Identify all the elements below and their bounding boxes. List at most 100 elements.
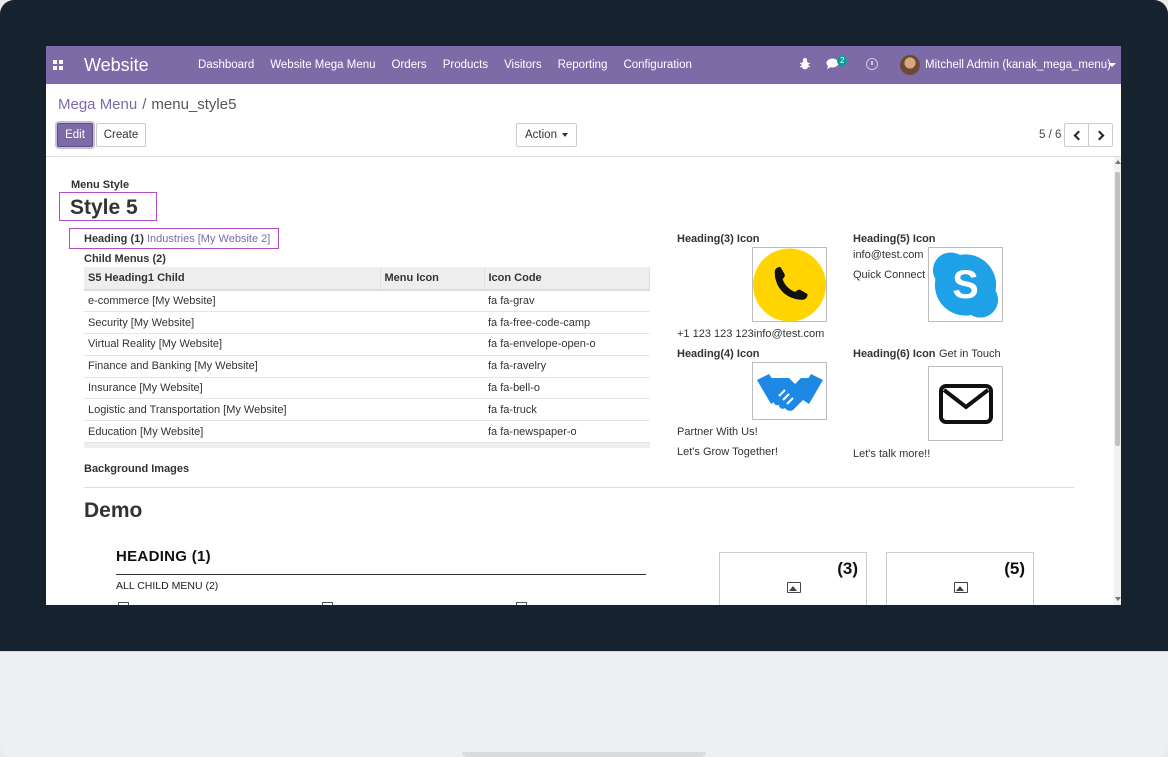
pager-value[interactable]: 5 / 6	[1039, 129, 1061, 141]
envelope-icon	[938, 383, 993, 424]
device-base	[0, 651, 1168, 757]
table-row[interactable]: Logistic and Transportation [My Website]…	[84, 398, 650, 422]
demo-card-5-label: (5)	[1004, 559, 1025, 578]
heading5-image[interactable]: S	[928, 247, 1003, 322]
cell-menu-icon	[380, 377, 484, 400]
table-row[interactable]: Virtual Reality [My Website] fa fa-envelo…	[84, 333, 650, 356]
menu-item-website-mega-menu[interactable]: Website Mega Menu	[270, 59, 375, 71]
skype-icon: S	[932, 251, 999, 318]
column-header-child[interactable]: S5 Heading1 Child	[84, 267, 381, 291]
section-divider	[84, 487, 1074, 488]
table-row[interactable]: Education [My Website] fa fa-newspaper-o	[84, 420, 650, 444]
table-row[interactable]: Finance and Banking [My Website] fa fa-ra…	[84, 355, 650, 378]
user-caret-icon[interactable]	[1108, 63, 1116, 67]
control-panel-divider	[46, 156, 1121, 157]
heading6-label: Heading(6) Icon	[853, 348, 936, 360]
menu-item-configuration[interactable]: Configuration	[623, 59, 691, 71]
svg-text:S: S	[952, 262, 978, 306]
cell-child: Education [My Website]	[84, 420, 380, 444]
demo-heading-underline	[116, 574, 646, 575]
column-header-menu-icon[interactable]: Menu Icon	[380, 267, 485, 291]
menu-style-label: Menu Style	[71, 179, 130, 191]
cell-child: e-commerce [My Website]	[84, 290, 380, 313]
cell-menu-icon	[380, 420, 484, 444]
chevron-left-icon	[1073, 130, 1083, 140]
child-menus-label: Child Menus (2)	[84, 253, 166, 265]
demo-card-3: (3)	[719, 552, 867, 605]
pager-next-button[interactable]	[1088, 123, 1113, 147]
debug-bug-icon[interactable]	[800, 57, 810, 71]
heading5-line1: info@test.com	[853, 249, 924, 261]
table-row[interactable]: Insurance [My Website] fa fa-bell-o	[84, 377, 650, 400]
column-header-icon-code[interactable]: Icon Code	[484, 267, 650, 291]
create-button[interactable]: Create	[96, 123, 146, 147]
heading4-image[interactable]	[752, 362, 827, 420]
heading4-line1: Partner With Us!	[677, 426, 758, 438]
demo-title: Demo	[84, 499, 143, 522]
image-placeholder-icon	[118, 602, 129, 605]
cell-menu-icon	[380, 398, 484, 422]
cell-menu-icon	[380, 333, 484, 356]
menu-item-products[interactable]: Products	[443, 59, 488, 71]
cell-child: Finance and Banking [My Website]	[84, 355, 380, 378]
table-row[interactable]: Security [My Website] fa fa-free-code-cam…	[84, 311, 650, 335]
edit-button[interactable]: Edit	[57, 123, 93, 147]
scroll-up-arrow-icon[interactable]	[1115, 160, 1121, 164]
breadcrumb-parent[interactable]: Mega Menu	[58, 96, 137, 113]
image-placeholder-icon	[787, 582, 801, 593]
table-row[interactable]: e-commerce [My Website] fa fa-grav	[84, 290, 650, 313]
action-label: Action	[525, 129, 557, 141]
cell-menu-icon	[380, 290, 484, 313]
caret-down-icon	[561, 133, 568, 137]
action-dropdown[interactable]: Action	[516, 123, 577, 147]
chevron-right-icon	[1094, 130, 1104, 140]
cell-icon-code: fa fa-envelope-open-o	[484, 333, 650, 356]
heading3-text: +1 123 123 123info@test.com	[677, 328, 825, 340]
background-images-label: Background Images	[84, 463, 190, 475]
child-menus-table: S5 Heading1 Child Menu Icon Icon Code e-…	[84, 267, 650, 448]
heading1-link[interactable]: Industries [My Website 2]	[147, 233, 270, 245]
cell-child: Security [My Website]	[84, 311, 380, 335]
menu-item-reporting[interactable]: Reporting	[558, 59, 608, 71]
pager-previous-button[interactable]	[1064, 123, 1089, 147]
demo-card-5: (5)	[886, 552, 1034, 605]
cell-icon-code: fa fa-ravelry	[484, 355, 650, 378]
cell-icon-code: fa fa-grav	[484, 290, 650, 313]
heading4-label: Heading(4) Icon	[677, 348, 760, 360]
demo-card-3-label: (3)	[837, 559, 858, 578]
cell-menu-icon	[380, 355, 484, 378]
user-avatar[interactable]	[900, 55, 920, 75]
heading4-line2: Let's Grow Together!	[677, 446, 778, 458]
cell-icon-code: fa fa-bell-o	[484, 377, 650, 400]
menu-item-dashboard[interactable]: Dashboard	[198, 59, 254, 71]
menu-item-visitors[interactable]: Visitors	[504, 59, 542, 71]
heading3-image[interactable]	[752, 247, 827, 322]
cell-child: Virtual Reality [My Website]	[84, 333, 380, 356]
cell-menu-icon	[380, 311, 484, 335]
activity-clock-icon[interactable]	[866, 58, 878, 70]
heading1-label: Heading (1)	[84, 233, 144, 245]
heading3-label: Heading(3) Icon	[677, 233, 760, 245]
device-notch	[462, 752, 706, 757]
table-header-row: S5 Heading1 Child Menu Icon Icon Code	[84, 267, 650, 291]
cell-child: Insurance [My Website]	[84, 377, 380, 400]
heading6-image[interactable]	[928, 366, 1003, 441]
cell-icon-code: fa fa-newspaper-o	[484, 420, 650, 444]
cell-child: Logistic and Transportation [My Website]	[84, 398, 380, 422]
apps-menu-icon[interactable]	[53, 60, 63, 70]
heading5-line2: Quick Connect	[853, 269, 926, 281]
demo-subheading: ALL CHILD MENU (2)	[116, 580, 219, 592]
user-menu[interactable]: Mitchell Admin (kanak_mega_menu)	[925, 59, 1111, 71]
image-placeholder-icon	[954, 582, 968, 593]
scrollbar-thumb[interactable]	[1115, 172, 1120, 446]
cell-icon-code: fa fa-free-code-camp	[484, 311, 650, 335]
app-brand[interactable]: Website	[84, 55, 149, 76]
main-menu: Dashboard Website Mega Menu Orders Produ…	[190, 46, 700, 84]
menu-item-orders[interactable]: Orders	[392, 59, 427, 71]
scroll-down-arrow-icon[interactable]	[1115, 597, 1121, 601]
breadcrumb: Mega Menu / menu_style5	[58, 96, 236, 113]
breadcrumb-current: menu_style5	[151, 96, 237, 113]
menu-style-value[interactable]: Style 5	[70, 196, 138, 220]
image-placeholder-icon	[322, 602, 333, 605]
top-navbar: Website Dashboard Website Mega Menu Orde…	[46, 46, 1121, 84]
